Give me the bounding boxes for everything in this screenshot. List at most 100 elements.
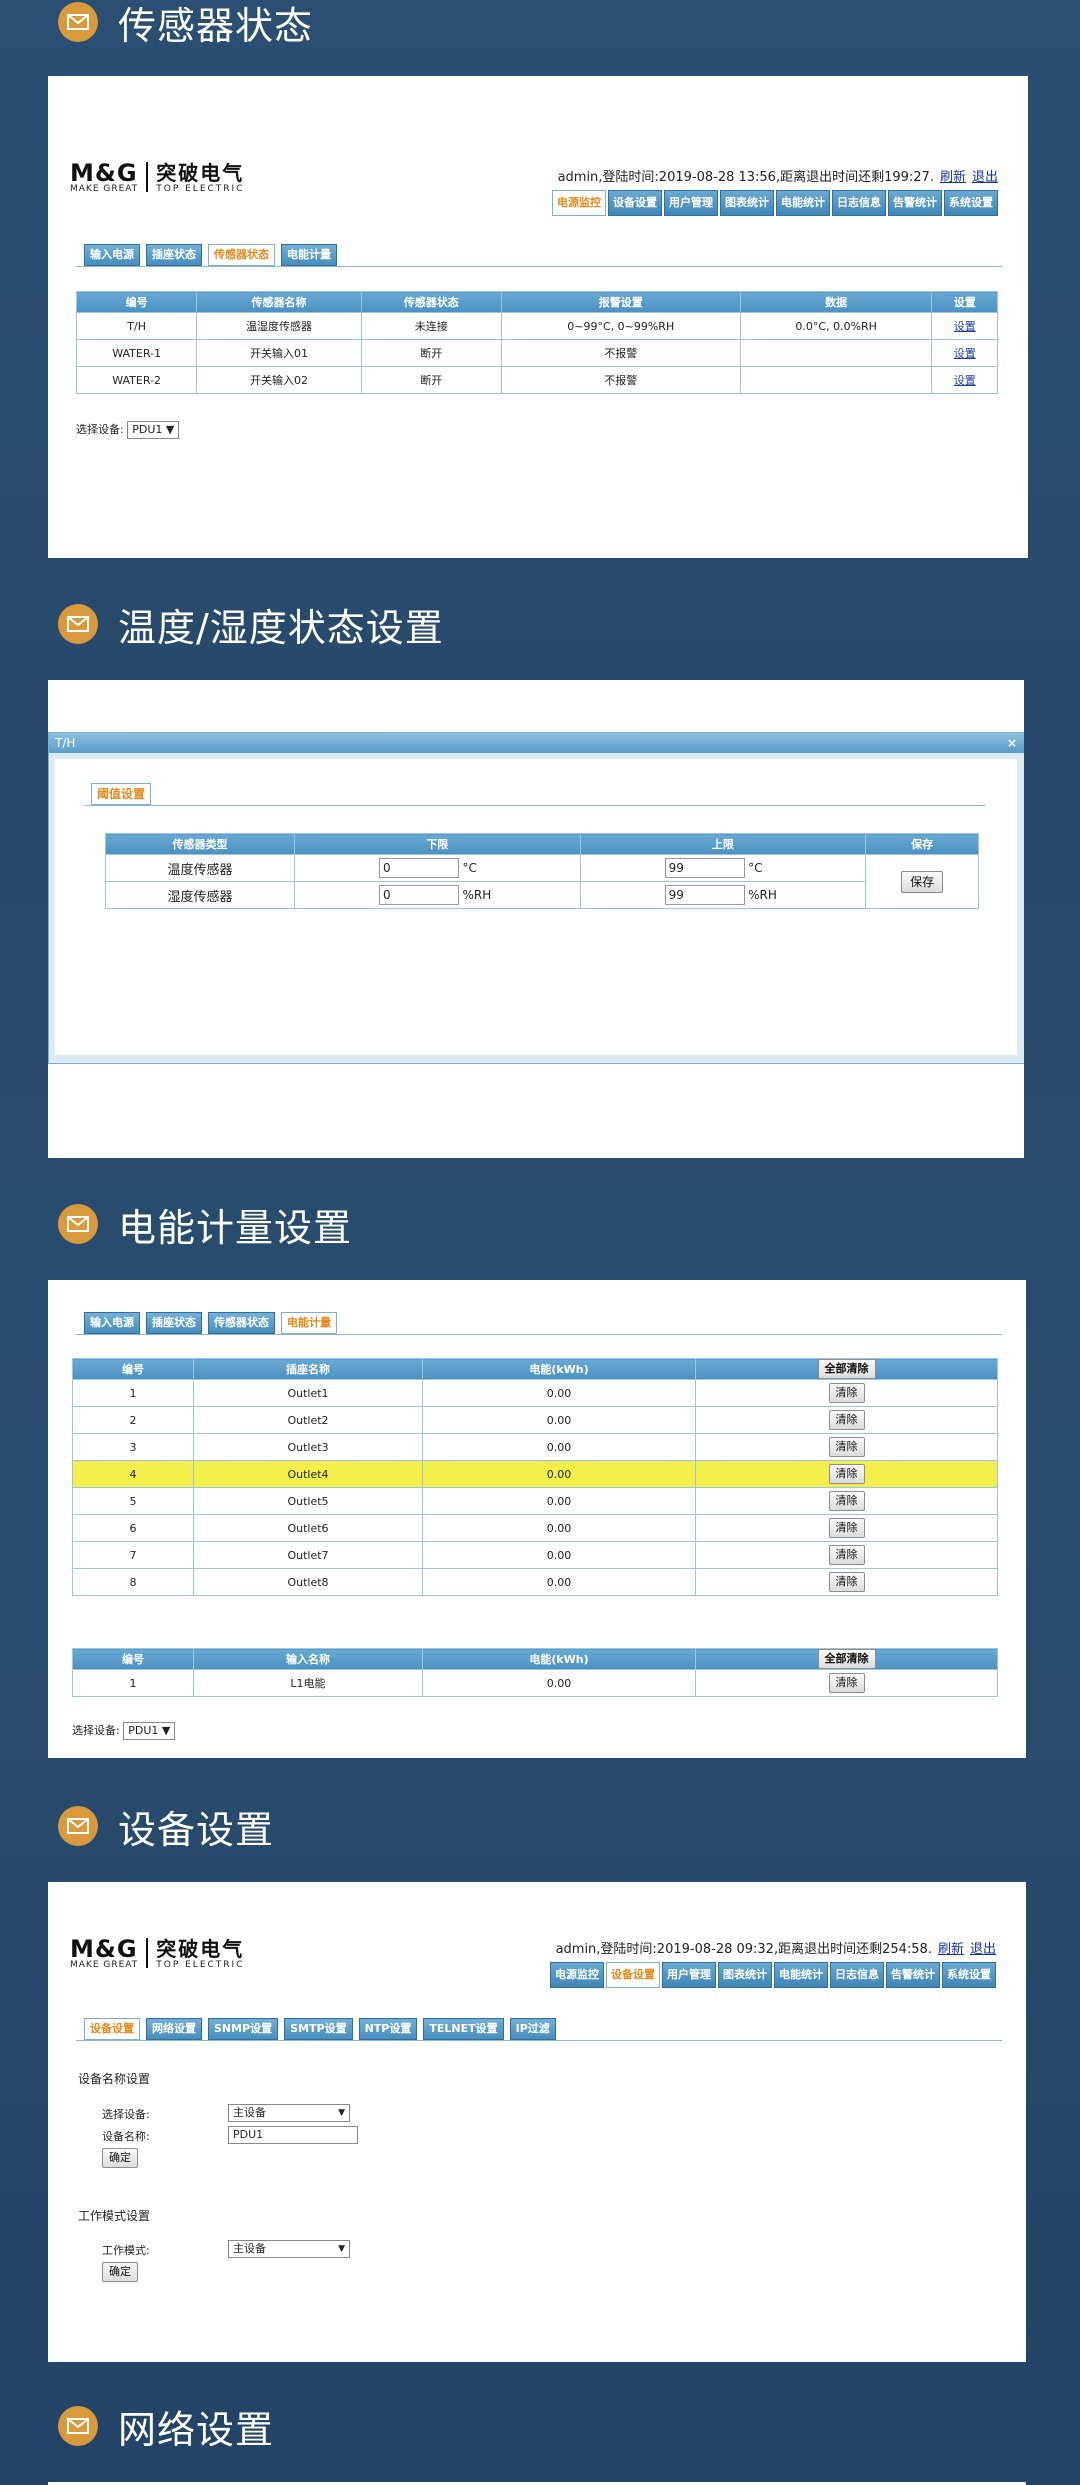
clear-button[interactable]: 清除 (828, 1383, 865, 1403)
sensor-table: 编号 传感器名称 传感器状态 报警设置 数据 设置 T/H 温湿度传感器 未连接 0~… (75, 291, 998, 394)
nav-power-monitor[interactable]: 电源监控 (550, 1962, 604, 1988)
set-link[interactable]: 设置 (954, 374, 976, 387)
table-row: 温度传感器 0 °C 99 °C 保存 (104, 854, 979, 909)
table-row: 8 Outlet8 0.00 清除 (72, 1568, 998, 1596)
envelope-icon (58, 2406, 98, 2446)
tab-input-power[interactable]: 输入电源 (84, 244, 140, 266)
tab-smtp-settings[interactable]: SMTP设置 (284, 2018, 353, 2040)
tab-threshold[interactable]: 阈值设置 (91, 783, 152, 805)
nav-user-management[interactable]: 用户管理 (664, 190, 718, 216)
tab-device-settings[interactable]: 设备设置 (84, 2018, 140, 2040)
set-link[interactable]: 设置 (954, 347, 976, 360)
clear-button[interactable]: 清除 (828, 1673, 865, 1693)
nav-device-settings[interactable]: 设备设置 (606, 1962, 660, 1988)
table-row: 5 Outlet5 0.00 清除 (72, 1487, 998, 1515)
table-row: 7 Outlet7 0.00 清除 (72, 1541, 998, 1569)
temp-high-input[interactable]: 99 (664, 858, 745, 878)
tab-network-settings[interactable]: 网络设置 (146, 2018, 202, 2040)
clear-all-button[interactable]: 全部清除 (817, 1649, 876, 1669)
nav-energy-stats[interactable]: 电能统计 (776, 190, 830, 216)
table-row: T/H 温湿度传感器 未连接 0~99°C, 0~99%RH 0.0°C, 0.0%RH… (75, 312, 998, 340)
nav-alarm-stats[interactable]: 告警统计 (888, 190, 942, 216)
logout-link[interactable]: 退出 (970, 1942, 996, 1957)
chevron-down-icon: ▼ (338, 2108, 345, 2118)
brand-logo: M&G MAKE GREAT 突破电气 TOP ELECTRIC (70, 1935, 245, 1970)
tab-outlet-status[interactable]: 插座状态 (146, 1312, 202, 1334)
clear-button[interactable]: 清除 (828, 1545, 865, 1565)
clear-button[interactable]: 清除 (828, 1491, 865, 1511)
panel-th-threshold: T/H × 阈值设置 传感器类型 下限 上限 保存 温度传感器 0 °C 99 … (48, 680, 1024, 1158)
confirm-device-name-button[interactable]: 确定 (102, 2148, 138, 2168)
clear-button[interactable]: 清除 (828, 1572, 865, 1592)
tab-energy-metering[interactable]: 电能计量 (281, 244, 337, 266)
device-select[interactable]: PDU1 ▼ (123, 1722, 176, 1740)
save-button[interactable]: 保存 (901, 870, 944, 893)
tab-telnet-settings[interactable]: TELNET设置 (423, 2018, 504, 2040)
panel-device-settings: M&G MAKE GREAT 突破电气 TOP ELECTRIC admin,登陆时… (48, 1882, 1026, 2362)
dialog-window: T/H × 阈值设置 传感器类型 下限 上限 保存 温度传感器 0 °C 99 … (48, 732, 1024, 1064)
close-icon[interactable]: × (1007, 733, 1017, 753)
tab-outlet-status[interactable]: 插座状态 (146, 244, 202, 266)
nav-alarm-stats[interactable]: 告警统计 (886, 1962, 940, 1988)
device-select[interactable]: 主设备 ▼ (228, 2104, 350, 2122)
refresh-link[interactable]: 刷新 (938, 1942, 964, 1957)
temp-low-input[interactable]: 0 (379, 858, 460, 878)
nav-system-settings[interactable]: 系统设置 (944, 190, 998, 216)
main-nav: 电源监控 设备设置 用户管理 图表统计 电能统计 日志信息 告警统计 系统设置 (550, 190, 998, 216)
panel-energy-metering: 输入电源 插座状态 传感器状态 电能计量 编号 插座名称 电能(kWh) 全部清… (48, 1280, 1026, 1758)
table-row: 1 L1电能 0.00 清除 (72, 1669, 998, 1697)
table-row: WATER-1 开关输入01 断开 不报警 设置 (75, 339, 998, 367)
sub-tabs: 输入电源 插座状态 传感器状态 电能计量 (84, 244, 343, 266)
nav-device-settings[interactable]: 设备设置 (608, 190, 662, 216)
dialog-titlebar: T/H × (49, 733, 1024, 753)
tab-energy-metering[interactable]: 电能计量 (281, 1312, 337, 1334)
device-select[interactable]: PDU1 ▼ (127, 421, 180, 439)
refresh-link[interactable]: 刷新 (940, 170, 966, 185)
logout-link[interactable]: 退出 (972, 170, 998, 185)
nav-charts[interactable]: 图表统计 (718, 1962, 772, 1988)
nav-energy-stats[interactable]: 电能统计 (774, 1962, 828, 1988)
work-mode-select[interactable]: 主设备 ▼ (228, 2240, 350, 2258)
tab-ip-filter[interactable]: IP过滤 (509, 2018, 556, 2040)
brand-logo: M&G MAKE GREAT 突破电气 TOP ELECTRIC (70, 159, 245, 194)
select-device-label: 选择设备: (102, 2108, 150, 2121)
section-title-sensor-status: 传感器状态 (58, 0, 313, 48)
panel-sensor-status: M&G MAKE GREAT 突破电气 TOP ELECTRIC admin,登陆时… (48, 76, 1028, 558)
settings-sub-tabs: 设备设置 网络设置 SNMP设置 SMTP设置 NTP设置 TELNET设置 I… (84, 2018, 562, 2040)
envelope-icon (58, 1204, 98, 1244)
table-row: 湿度传感器 0 %RH 99 %RH (104, 881, 979, 909)
clear-all-button[interactable]: 全部清除 (817, 1359, 876, 1379)
nav-charts[interactable]: 图表统计 (720, 190, 774, 216)
table-row: 6 Outlet6 0.00 清除 (72, 1514, 998, 1542)
confirm-work-mode-button[interactable]: 确定 (102, 2262, 138, 2282)
table-row: 3 Outlet3 0.00 清除 (72, 1433, 998, 1461)
clear-button[interactable]: 清除 (828, 1464, 865, 1484)
tab-snmp-settings[interactable]: SNMP设置 (208, 2018, 279, 2040)
nav-logs[interactable]: 日志信息 (830, 1962, 884, 1988)
tab-input-power[interactable]: 输入电源 (84, 1312, 140, 1334)
clear-button[interactable]: 清除 (828, 1518, 865, 1538)
nav-user-management[interactable]: 用户管理 (662, 1962, 716, 1988)
tab-sensor-status[interactable]: 传感器状态 (208, 1312, 275, 1334)
tab-sensor-status[interactable]: 传感器状态 (208, 244, 275, 266)
clear-button[interactable]: 清除 (828, 1437, 865, 1457)
set-link[interactable]: 设置 (954, 320, 976, 333)
device-select-row: 选择设备: PDU1 ▼ (76, 421, 180, 439)
nav-power-monitor[interactable]: 电源监控 (552, 190, 606, 216)
clear-button[interactable]: 清除 (828, 1410, 865, 1430)
tab-ntp-settings[interactable]: NTP设置 (358, 2018, 418, 2040)
section-title-energy: 电能计量设置 (58, 1202, 352, 1250)
outlet-energy-table: 编号 插座名称 电能(kWh) 全部清除 1 Outlet1 0.00 清除 2 Out… (72, 1358, 998, 1596)
table-row: 2 Outlet2 0.00 清除 (72, 1406, 998, 1434)
nav-system-settings[interactable]: 系统设置 (942, 1962, 996, 1988)
humidity-high-input[interactable]: 99 (664, 885, 745, 905)
work-mode-section-heading: 工作模式设置 (78, 2209, 151, 2223)
login-info: admin,登陆时间:2019-08-28 09:32,距离退出时间还剩254:… (555, 1942, 996, 1957)
humidity-low-input[interactable]: 0 (379, 885, 460, 905)
device-name-input[interactable]: PDU1 (228, 2126, 358, 2144)
sub-tabs: 输入电源 插座状态 传感器状态 电能计量 (84, 1312, 343, 1334)
table-row: 1 Outlet1 0.00 清除 (72, 1379, 998, 1407)
main-nav: 电源监控 设备设置 用户管理 图表统计 电能统计 日志信息 告警统计 系统设置 (548, 1962, 996, 1988)
nav-logs[interactable]: 日志信息 (832, 190, 886, 216)
device-select-row: 选择设备: PDU1 ▼ (72, 1722, 176, 1740)
